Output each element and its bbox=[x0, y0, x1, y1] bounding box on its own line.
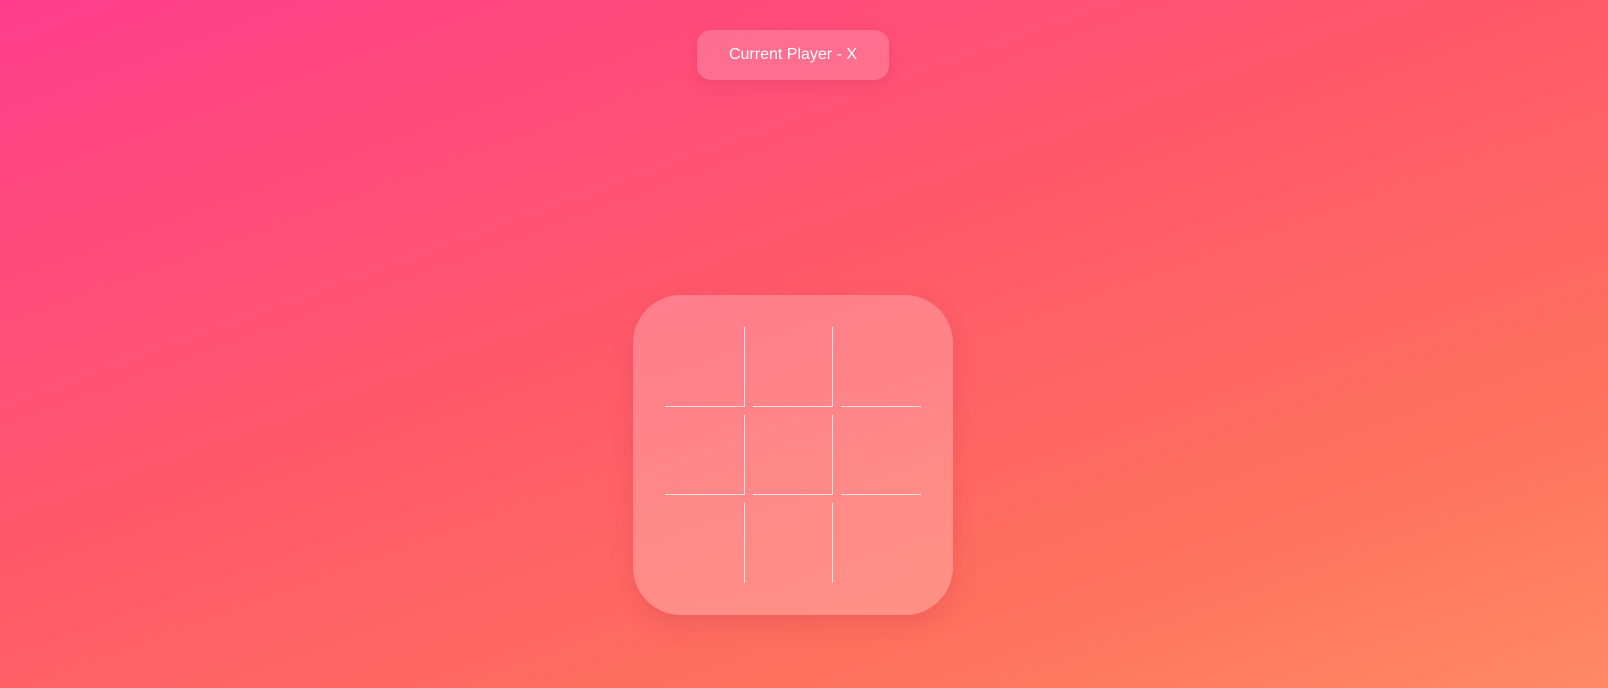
board-cell-5[interactable] bbox=[753, 415, 833, 495]
board-cell-6[interactable] bbox=[841, 415, 921, 495]
current-player-label: Current Player - X bbox=[728, 46, 858, 63]
game-board bbox=[633, 295, 953, 615]
board-cell-9[interactable] bbox=[841, 503, 921, 583]
board-cell-2[interactable] bbox=[753, 327, 833, 407]
board-cell-4[interactable] bbox=[665, 415, 745, 495]
current-player-status: Current Player - X bbox=[697, 30, 889, 80]
board-cell-8[interactable] bbox=[753, 503, 833, 583]
board-cell-1[interactable] bbox=[665, 327, 745, 407]
board-cell-3[interactable] bbox=[841, 327, 921, 407]
board-cell-7[interactable] bbox=[665, 503, 745, 583]
board-grid bbox=[665, 327, 921, 583]
